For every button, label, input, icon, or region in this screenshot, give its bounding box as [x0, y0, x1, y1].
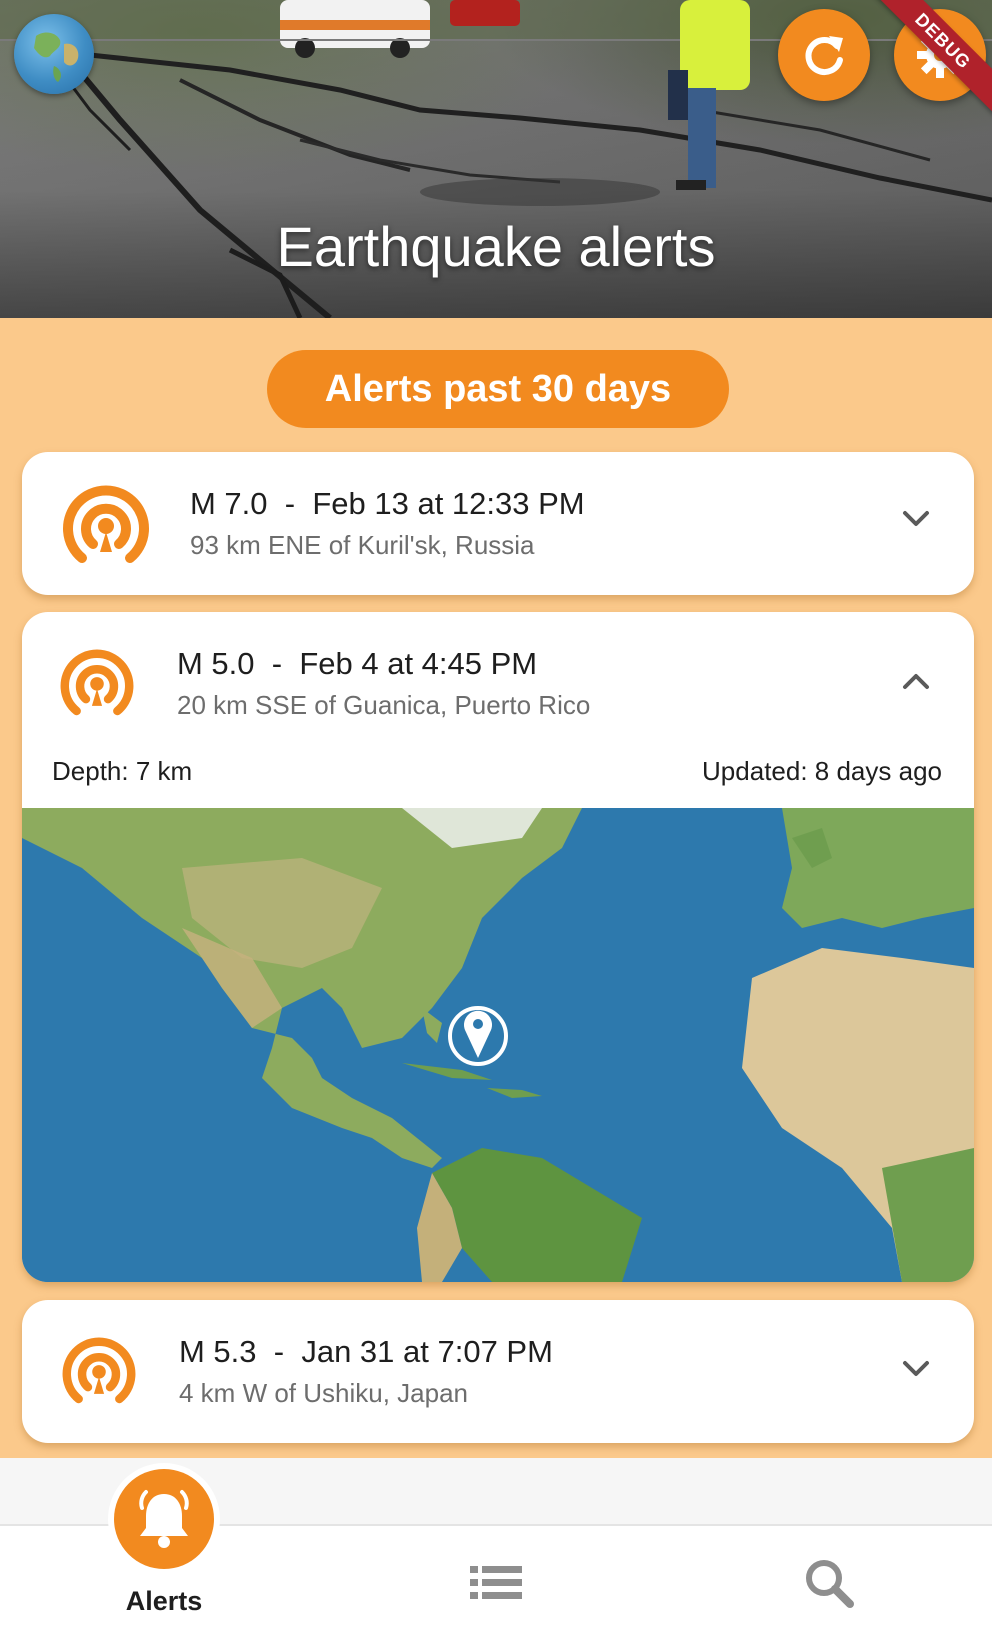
- alert-title: M 7.0 - Feb 13 at 12:33 PM: [190, 486, 585, 522]
- alert-card[interactable]: M 5.3 - Jan 31 at 7:07 PM 4 km W of Ushi…: [22, 1300, 974, 1443]
- earthquake-signal-icon: [63, 485, 149, 563]
- chevron-up-icon[interactable]: [902, 672, 930, 690]
- chevron-down-icon[interactable]: [902, 1360, 930, 1378]
- bell-icon: [139, 1490, 189, 1548]
- page-title: Earthquake alerts: [276, 215, 716, 278]
- world-map: [22, 808, 974, 1282]
- alert-time: Jan 31 at 7:07 PM: [301, 1334, 553, 1369]
- refresh-button[interactable]: [778, 9, 870, 101]
- alert-separator: -: [284, 486, 296, 521]
- globe-icon[interactable]: [14, 14, 94, 94]
- epicenter-map[interactable]: [22, 808, 974, 1282]
- alert-magnitude: M 5.0: [177, 646, 255, 681]
- alert-separator: -: [273, 1334, 285, 1369]
- alert-time: Feb 13 at 12:33 PM: [312, 486, 585, 521]
- earthquake-signal-icon: [62, 1337, 136, 1404]
- chevron-down-icon[interactable]: [902, 510, 930, 528]
- alert-location: 20 km SSE of Guanica, Puerto Rico: [177, 690, 591, 720]
- alert-card[interactable]: M 7.0 - Feb 13 at 12:33 PM 93 km ENE of …: [22, 452, 974, 595]
- earthquake-signal-icon: [60, 649, 134, 716]
- alert-separator: -: [271, 646, 283, 681]
- alert-card-expanded[interactable]: M 5.0 - Feb 4 at 4:45 PM 20 km SSE of Gu…: [22, 612, 974, 1282]
- search-icon[interactable]: [804, 1558, 854, 1608]
- alert-title: M 5.0 - Feb 4 at 4:45 PM: [177, 646, 537, 682]
- nav-tab-alerts[interactable]: [114, 1469, 214, 1569]
- alert-location: 93 km ENE of Kuril'sk, Russia: [190, 530, 535, 560]
- alert-time: Feb 4 at 4:45 PM: [299, 646, 538, 681]
- section-title: Alerts past 30 days: [267, 350, 729, 428]
- alert-magnitude: M 5.3: [179, 1334, 257, 1369]
- alert-magnitude: M 7.0: [190, 486, 268, 521]
- nav-alerts-label[interactable]: Alerts: [114, 1586, 214, 1617]
- alert-location: 4 km W of Ushiku, Japan: [179, 1378, 468, 1408]
- depth-label: Depth: 7 km: [52, 756, 193, 786]
- alert-title: M 5.3 - Jan 31 at 7:07 PM: [179, 1334, 553, 1370]
- header-banner: DEBUG Earthquake alerts: [0, 0, 992, 318]
- refresh-icon: [805, 36, 843, 75]
- updated-label: Updated: 8 days ago: [702, 756, 942, 786]
- list-icon[interactable]: [470, 1566, 522, 1600]
